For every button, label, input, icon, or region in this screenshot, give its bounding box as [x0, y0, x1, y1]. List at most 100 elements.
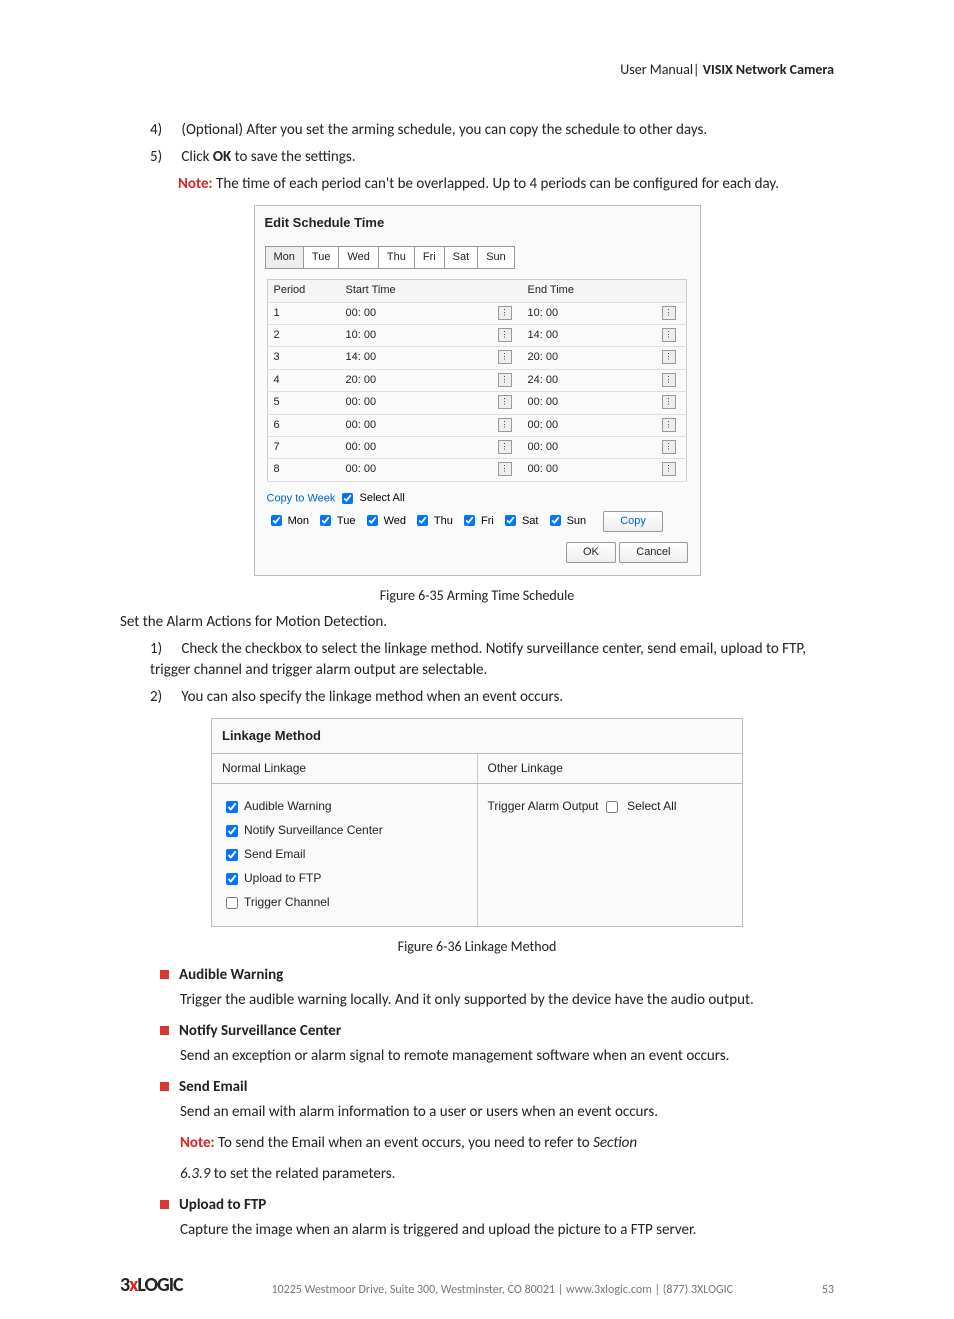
linkage-checkbox[interactable]: [226, 897, 238, 909]
end-time-cell[interactable]: 00: 00⋮: [522, 459, 687, 481]
other-select-all-checkbox[interactable]: [606, 801, 618, 813]
tab-wed[interactable]: Wed: [338, 246, 378, 269]
end-time-cell[interactable]: 14: 00⋮: [522, 324, 687, 346]
page-header: User Manual| VISIX Network Camera: [120, 60, 834, 80]
footer-address: 10225 Westmoor Drive, Suite 300, Westmin…: [271, 1282, 733, 1299]
tab-tue[interactable]: Tue: [303, 246, 340, 269]
normal-linkage-col: Audible WarningNotify Surveillance Cente…: [212, 784, 478, 926]
start-time-cell[interactable]: 20: 00⋮: [340, 369, 522, 391]
clock-icon[interactable]: ⋮: [498, 440, 512, 454]
section-heading: Notify Surveillance Center: [160, 1021, 834, 1042]
section-body: Send an exception or alarm signal to rem…: [180, 1046, 834, 1067]
start-time-cell[interactable]: 00: 00⋮: [340, 392, 522, 414]
page-number: 53: [822, 1282, 834, 1299]
copy-button[interactable]: Copy: [603, 511, 663, 532]
linkage-checkbox[interactable]: [226, 801, 238, 813]
clock-icon[interactable]: ⋮: [498, 395, 512, 409]
start-time-cell[interactable]: 00: 00⋮: [340, 436, 522, 458]
tab-sat[interactable]: Sat: [444, 246, 479, 269]
figure-6-36-caption: Figure 6-36 Linkage Method: [120, 937, 834, 957]
bullet-icon: [160, 970, 169, 979]
clock-icon[interactable]: ⋮: [498, 373, 512, 387]
linkage-option: Send Email: [222, 846, 467, 864]
clock-icon[interactable]: ⋮: [498, 462, 512, 476]
section-body: Send an email with alarm information to …: [180, 1102, 834, 1123]
linkage-option: Upload to FTP: [222, 870, 467, 888]
copy-day-mon-checkbox[interactable]: [271, 515, 282, 526]
bullet-icon: [160, 1082, 169, 1091]
note-top: Note: The time of each period can't be o…: [178, 174, 834, 195]
copy-day-sun-checkbox[interactable]: [550, 515, 561, 526]
end-time-cell[interactable]: 10: 00⋮: [522, 302, 687, 324]
start-time-cell[interactable]: 10: 00⋮: [340, 324, 522, 346]
linkage-checkbox[interactable]: [226, 849, 238, 861]
dialog-title: Edit Schedule Time: [255, 206, 700, 240]
tab-sun[interactable]: Sun: [477, 246, 515, 269]
select-all-checkbox[interactable]: [342, 493, 353, 504]
clock-icon[interactable]: ⋮: [662, 328, 676, 342]
clock-icon[interactable]: ⋮: [662, 462, 676, 476]
section-heading: Send Email: [160, 1077, 834, 1098]
substep-1: 1) Check the checkbox to select the link…: [150, 639, 834, 681]
day-tabs: MonTueWedThuFriSatSun: [265, 246, 690, 269]
clock-icon[interactable]: ⋮: [498, 306, 512, 320]
copy-day-fri-checkbox[interactable]: [464, 515, 475, 526]
start-time-cell[interactable]: 00: 00⋮: [340, 459, 522, 481]
clock-icon[interactable]: ⋮: [662, 306, 676, 320]
page-footer: 3xLOGIC 10225 Westmoor Drive, Suite 300,…: [120, 1271, 834, 1299]
bullet-icon: [160, 1026, 169, 1035]
clock-icon[interactable]: ⋮: [498, 350, 512, 364]
table-row: 600: 00⋮00: 00⋮: [267, 414, 686, 436]
dialog-buttons: OK Cancel: [267, 542, 688, 563]
end-time-cell[interactable]: 20: 00⋮: [522, 347, 687, 369]
section-heading: Audible Warning: [160, 965, 834, 986]
table-row: 100: 00⋮10: 00⋮: [267, 302, 686, 324]
clock-icon[interactable]: ⋮: [662, 395, 676, 409]
section-body: Capture the image when an alarm is trigg…: [180, 1220, 834, 1241]
section-body: Trigger the audible warning locally. And…: [180, 990, 834, 1011]
clock-icon[interactable]: ⋮: [662, 373, 676, 387]
clock-icon[interactable]: ⋮: [662, 440, 676, 454]
end-time-cell[interactable]: 00: 00⋮: [522, 414, 687, 436]
other-linkage-header: Other Linkage: [478, 754, 743, 783]
period-cell: 5: [267, 392, 340, 414]
linkage-headers: Normal Linkage Other Linkage: [212, 754, 742, 784]
tab-thu[interactable]: Thu: [378, 246, 415, 269]
period-cell: 8: [267, 459, 340, 481]
end-time-cell[interactable]: 24: 00⋮: [522, 369, 687, 391]
col-period: Period: [267, 280, 340, 302]
start-time-cell[interactable]: 00: 00⋮: [340, 414, 522, 436]
ok-button[interactable]: OK: [566, 542, 616, 563]
section-note: Note: To send the Email when an event oc…: [180, 1133, 834, 1154]
panel-title: Linkage Method: [212, 719, 742, 754]
clock-icon[interactable]: ⋮: [498, 418, 512, 432]
linkage-method-panel: Linkage Method Normal Linkage Other Link…: [211, 718, 743, 927]
table-row: 800: 00⋮00: 00⋮: [267, 459, 686, 481]
tab-mon[interactable]: Mon: [265, 246, 304, 269]
clock-icon[interactable]: ⋮: [662, 418, 676, 432]
tab-fri[interactable]: Fri: [414, 246, 445, 269]
table-row: 314: 00⋮20: 00⋮: [267, 347, 686, 369]
period-cell: 3: [267, 347, 340, 369]
col-end: End Time: [522, 280, 687, 302]
copy-day-thu-checkbox[interactable]: [417, 515, 428, 526]
copy-day-tue-checkbox[interactable]: [320, 515, 331, 526]
linkage-checkbox[interactable]: [226, 825, 238, 837]
start-time-cell[interactable]: 00: 00⋮: [340, 302, 522, 324]
copy-day-sat-checkbox[interactable]: [505, 515, 516, 526]
copy-day-wed-checkbox[interactable]: [367, 515, 378, 526]
linkage-checkbox[interactable]: [226, 873, 238, 885]
header-left: User Manual|: [620, 61, 699, 78]
table-row: 500: 00⋮00: 00⋮: [267, 392, 686, 414]
clock-icon[interactable]: ⋮: [662, 350, 676, 364]
section-extra: 6.3.9 to set the related parameters.: [180, 1164, 834, 1185]
table-row: 700: 00⋮00: 00⋮: [267, 436, 686, 458]
clock-icon[interactable]: ⋮: [498, 328, 512, 342]
period-cell: 1: [267, 302, 340, 324]
end-time-cell[interactable]: 00: 00⋮: [522, 392, 687, 414]
end-time-cell[interactable]: 00: 00⋮: [522, 436, 687, 458]
schedule-table: Period Start Time End Time 100: 00⋮10: 0…: [267, 279, 687, 482]
start-time-cell[interactable]: 14: 00⋮: [340, 347, 522, 369]
bullet-icon: [160, 1200, 169, 1209]
cancel-button[interactable]: Cancel: [619, 542, 687, 563]
